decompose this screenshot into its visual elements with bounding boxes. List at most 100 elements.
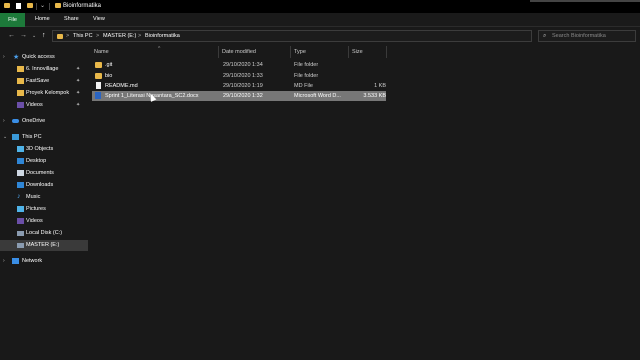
pin-icon: ✦ [76,102,81,108]
sidebar-item-label: 6. Innovillage [26,66,59,72]
column-header-label: Date modified [222,49,256,55]
search-icon: ⌕ [543,33,547,39]
folder-icon [95,73,102,79]
sidebar-item-label: Desktop [26,158,47,164]
sidebar-item-network[interactable]: › Network [0,256,88,267]
breadcrumb-bioinformatika[interactable]: Bioinformatika [145,33,180,39]
file-name: bio [105,73,113,79]
document-icon [17,170,24,176]
column-header-name[interactable]: Name ^ [92,46,218,58]
sidebar-item-onedrive[interactable]: › OneDrive [0,116,88,127]
toolbar-separator [36,3,37,10]
sidebar-item-label: Videos [26,102,43,108]
address-bar[interactable]: > This PC > MASTER (E:) > Bioinformatika… [52,30,583,42]
folder-icon [17,90,24,96]
tab-home[interactable]: Home [35,16,50,22]
column-divider[interactable] [218,46,219,58]
file-type: File folder [294,73,319,79]
folder-icon[interactable] [4,3,10,8]
sidebar-item-innovillage[interactable]: 6. Innovillage ✦ [0,64,88,75]
md-file-icon [96,82,101,89]
column-header-type[interactable]: Type [292,46,348,58]
videos-icon [17,102,24,108]
back-arrow-icon[interactable]: ← [8,32,15,39]
sidebar-item-music[interactable]: ♪ Music [0,192,88,203]
forward-arrow-icon[interactable]: → [20,32,27,39]
sidebar-item-label: Music [26,194,41,200]
tab-file[interactable]: File [0,13,25,27]
file-type: MD File [294,83,313,89]
column-divider[interactable] [290,46,291,58]
star-icon: ★ [13,54,20,61]
computer-icon [12,134,19,140]
window-controls[interactable] [530,0,640,2]
file-row-bio[interactable]: bio 29/10/2020 1:33 File folder [92,71,386,81]
column-header-size[interactable]: Size [350,46,386,58]
title-bar: ⌄ Bioinformatika [0,0,640,13]
sidebar-item-quick-access[interactable]: › ★ Quick access [0,52,88,63]
folder-icon [95,62,102,68]
sort-ascending-icon: ^ [158,46,161,52]
chevron-down-icon[interactable]: ⌄ [40,2,45,9]
search-box[interactable]: ⌕ Search Bioinformatika [538,30,636,42]
drive-icon [17,243,24,248]
column-divider[interactable] [348,46,349,58]
pin-icon: ✦ [76,78,81,84]
tab-share[interactable]: Share [64,16,79,22]
sidebar-item-master-e[interactable]: MASTER (E:) [0,240,88,251]
music-icon: ♪ [17,193,21,200]
cube-icon [17,146,24,152]
column-header-label: Type [294,49,306,55]
properties-icon[interactable] [16,3,21,9]
column-header-label: Name [94,49,109,55]
sidebar-item-this-pc[interactable]: ⌄ This PC [0,132,88,143]
breadcrumb-separator: > [66,33,70,39]
breadcrumb-separator: > [96,33,100,39]
sidebar-item-label: Quick access [22,54,55,60]
expand-icon[interactable]: › [3,118,5,124]
folder-icon [57,34,63,39]
column-divider[interactable] [386,46,387,58]
download-icon [17,182,24,188]
up-arrow-icon[interactable]: ↑ [42,32,46,39]
file-name: Sprint 1_Literasi Nusantara_SC2.docx [105,93,199,99]
navigation-pane: › ★ Quick access 6. Innovillage ✦ FastSa… [0,46,88,360]
tab-view[interactable]: View [93,16,105,22]
expand-icon[interactable]: › [3,258,5,264]
file-row-readme[interactable]: README.md 29/10/2020 1:19 MD File 1 KB [92,81,386,91]
sidebar-item-local-disk-c[interactable]: Local Disk (C:) [0,228,88,239]
sidebar-item-fastsave[interactable]: FastSave ✦ [0,76,88,87]
file-row-git[interactable]: .git 29/10/2020 1:34 File folder [92,60,386,70]
pin-icon: ✦ [76,66,81,72]
drive-icon [17,231,24,236]
expand-icon[interactable]: › [3,54,5,60]
expand-icon[interactable]: ⌄ [3,134,7,140]
sidebar-item-pictures[interactable]: Pictures [0,204,88,215]
sidebar-item-downloads[interactable]: Downloads [0,180,88,191]
sidebar-item-3d-objects[interactable]: 3D Objects [0,144,88,155]
sidebar-item-videos[interactable]: Videos [0,216,88,227]
ribbon-tabs: File Home Share View [0,13,640,27]
new-folder-icon[interactable] [27,3,33,8]
file-name: README.md [105,83,138,89]
file-row-sprint-docx[interactable]: Sprint 1_Literasi Nusantara_SC2.docx 29/… [92,91,386,101]
sidebar-item-label: 3D Objects [26,146,54,152]
sidebar-item-label: Pictures [26,206,46,212]
sidebar-item-label: Local Disk (C:) [26,230,63,236]
breadcrumb-separator: > [138,33,142,39]
sidebar-item-label: Downloads [26,182,54,188]
window-title: Bioinformatika [63,3,102,9]
breadcrumb-this-pc[interactable]: This PC [73,33,93,39]
sidebar-item-documents[interactable]: Documents [0,168,88,179]
breadcrumb-master-e[interactable]: MASTER (E:) [103,33,136,39]
desktop-icon [17,158,24,164]
sidebar-item-label: Network [22,258,43,264]
sidebar-item-videos-pinned[interactable]: Videos ✦ [0,100,88,111]
file-date: 29/10/2020 1:33 [223,73,263,79]
sidebar-item-label: Documents [26,170,54,176]
recent-locations-icon[interactable]: ⌄ [32,33,36,39]
navigation-bar: ← → ⌄ ↑ > This PC > MASTER (E:) > Bioinf… [0,28,640,44]
sidebar-item-proyek-kelompok[interactable]: Proyek Kelompok ✦ [0,88,88,99]
column-header-date[interactable]: Date modified [220,46,290,58]
sidebar-item-desktop[interactable]: Desktop [0,156,88,167]
